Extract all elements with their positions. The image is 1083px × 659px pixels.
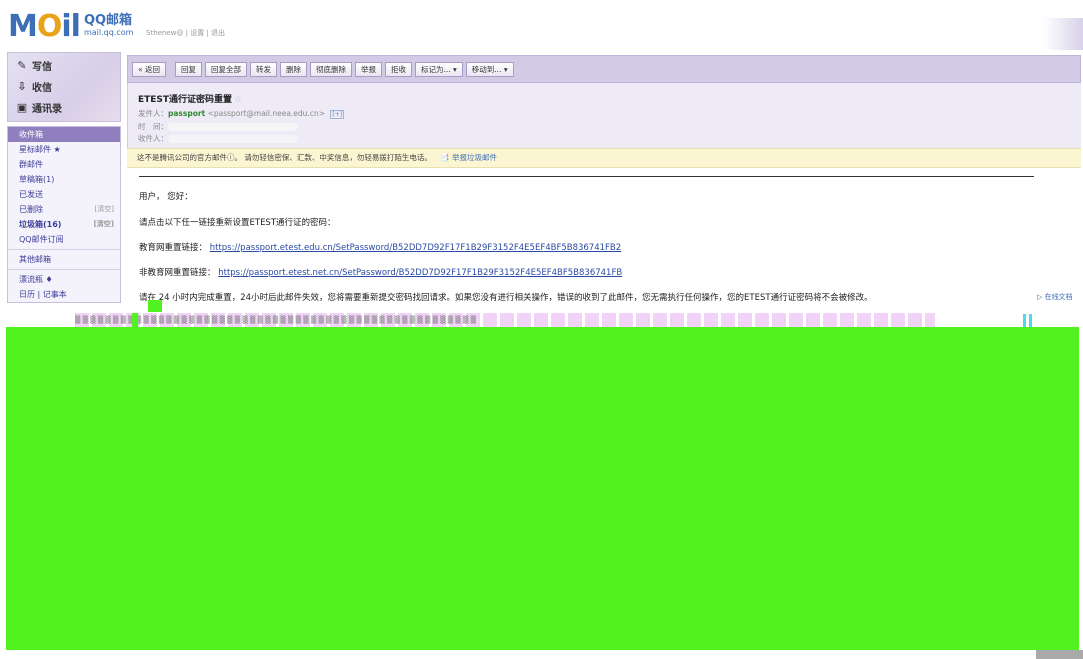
net-reset-link[interactable]: https://passport.etest.net.cn/SetPasswor…: [218, 268, 622, 278]
folder-label: 日历 | 记事本: [19, 290, 67, 299]
glitch-artifact: [1029, 314, 1032, 327]
mail-toolbar: « 返回 回复 回复全部 转发 删除 彻底删除 举报 拒收 标记为... ▾ 移…: [127, 55, 1081, 83]
net-link-row: 非教育网重置链接： https://passport.etest.net.cn/…: [139, 266, 622, 278]
folder-group[interactable]: 群邮件: [8, 157, 120, 172]
folder-label: 草稿箱(1): [19, 175, 55, 184]
left-sidebar: ✎ 写信 ⇩ 收信 ▣ 通讯录 收件箱 星标邮件 ★ 群邮件 草稿箱(1) 已发…: [7, 52, 121, 312]
glitch-artifact: [1023, 314, 1026, 327]
divider: [8, 269, 120, 270]
reject-button[interactable]: 拒收: [384, 61, 412, 77]
green-fill-region: [6, 327, 1079, 650]
folder-label: 已删除: [19, 205, 43, 214]
folder-label: 漂流瓶 ♦: [19, 275, 53, 284]
delete-permanently-button[interactable]: 彻底删除: [309, 61, 352, 77]
sender-row: 发件人：passport <passport@mail.neea.edu.cn>…: [138, 108, 345, 119]
phishing-warning: 这不是腾讯公司的官方邮件ⓘ。 请勿轻信密保、汇款、中奖信息，勿轻易拨打陌生电话。…: [127, 148, 1081, 168]
folder-label: QQ邮件订阅: [19, 235, 64, 244]
receive-mail-label: 收信: [32, 83, 52, 94]
folder-label: 群邮件: [19, 160, 43, 169]
move-to-dropdown[interactable]: 移动到... ▾: [465, 61, 514, 77]
glitch-band: ▒ ▒ ▒ ▒ ▒ ▒ ▒ ▒ ▒ ▒ ▒ ▒ ▒ ▒ ▒ ▒ ▒ ▒ ▒ ▒ …: [75, 313, 935, 328]
folder-label: 垃圾箱(16): [19, 220, 62, 229]
glitch-artifact: [132, 313, 138, 327]
sender-address: <passport@mail.neea.edu.cn>: [207, 109, 325, 118]
divider: [139, 176, 1034, 177]
online-doc-link[interactable]: ▷ 在线文档: [1037, 292, 1073, 302]
logo-cn-text: QQ邮箱: [83, 13, 133, 28]
folder-subscriptions[interactable]: QQ邮件订阅: [8, 232, 120, 247]
contacts-button[interactable]: ▣ 通讯录: [16, 100, 62, 115]
logo-mail-text: MOil: [8, 9, 81, 44]
quick-actions: ✎ 写信 ⇩ 收信 ▣ 通讯录: [7, 52, 121, 122]
edu-link-row: 教育网重置链接： https://passport.etest.edu.cn/S…: [139, 241, 621, 253]
report-spam-link[interactable]: 📑 举报垃圾邮件: [440, 153, 497, 162]
write-mail-label: 写信: [32, 62, 52, 73]
divider: [8, 249, 120, 250]
delete-button[interactable]: 删除: [279, 61, 307, 77]
edu-reset-link[interactable]: https://passport.etest.edu.cn/SetPasswor…: [210, 243, 621, 253]
time-label: 时 间：: [138, 122, 168, 131]
instruction: 请点击以下任一链接重新设置ETEST通行证的密码：: [139, 218, 336, 228]
to-label: 收件人：: [138, 134, 168, 143]
clear-spam-link[interactable]: [清空]: [94, 217, 114, 232]
folder-calendar-notes[interactable]: 日历 | 记事本: [8, 287, 120, 302]
inbox-icon: ⇩: [17, 80, 27, 93]
pencil-icon: ✎: [17, 59, 27, 72]
folder-label: 星标邮件 ★: [19, 145, 61, 154]
folder-other-mailboxes[interactable]: 其他邮箱: [8, 252, 120, 267]
sender-name[interactable]: passport: [168, 109, 205, 118]
mark-as-dropdown[interactable]: 标记为... ▾: [414, 61, 463, 77]
header-user-links[interactable]: Sthenew@ | 设置 | 退出: [146, 28, 225, 38]
recipient-row: 收件人：: [138, 133, 298, 144]
mail-subject: ETEST通行证密码重置 ☆: [138, 92, 242, 105]
report-button[interactable]: 举报: [354, 61, 382, 77]
folder-inbox[interactable]: 收件箱: [8, 127, 120, 142]
reply-all-button[interactable]: 回复全部: [204, 61, 247, 77]
recipient-value-redacted: [168, 135, 298, 143]
edu-link-label: 教育网重置链接：: [139, 243, 208, 253]
corner-artifact: [1036, 650, 1083, 659]
folder-label: 已发送: [19, 190, 43, 199]
from-label: 发件人：: [138, 109, 168, 118]
mail-header: ETEST通行证密码重置 ☆ 发件人：passport <passport@mai…: [127, 83, 1081, 148]
contacts-icon: ▣: [16, 101, 28, 114]
folder-deleted[interactable]: 已删除 [清空]: [8, 202, 120, 217]
folder-sent[interactable]: 已发送: [8, 187, 120, 202]
folder-label: 其他邮箱: [19, 255, 51, 264]
contacts-label: 通讯录: [32, 104, 62, 115]
folder-drafts[interactable]: 草稿箱(1): [8, 172, 120, 187]
folder-starred[interactable]: 星标邮件 ★: [8, 142, 120, 157]
folder-label: 收件箱: [19, 130, 43, 139]
logo-side: QQ邮箱 mail.qq.com: [83, 13, 134, 39]
forward-button[interactable]: 转发: [249, 61, 277, 77]
expiry-notice: 请在 24 小时内完成重置，24小时后此邮件失效，您将需要重新提交密码找回请求。…: [139, 293, 873, 303]
back-button[interactable]: « 返回: [132, 61, 166, 77]
net-link-label: 非教育网重置链接：: [139, 268, 216, 278]
qqmail-logo[interactable]: MOil QQ邮箱 mail.qq.com: [8, 10, 133, 44]
star-icon[interactable]: ☆: [234, 95, 242, 105]
mail-view: « 返回 回复 回复全部 转发 删除 彻底删除 举报 拒收 标记为... ▾ 移…: [127, 55, 1081, 315]
header-decoration: [1043, 18, 1083, 50]
folder-spam[interactable]: 垃圾箱(16) [清空]: [8, 217, 120, 232]
glitch-artifact: [148, 300, 162, 312]
time-row: 时 间：: [138, 121, 298, 132]
subject-text: ETEST通行证密码重置: [138, 95, 233, 105]
mail-body: 用户， 您好： 请点击以下任一链接重新设置ETEST通行证的密码： 教育网重置链…: [127, 168, 1081, 308]
reply-button[interactable]: 回复: [174, 61, 202, 77]
time-value-redacted: [168, 123, 298, 131]
top-header: MOil QQ邮箱 mail.qq.com Sthenew@ | 设置 | 退出: [0, 0, 1083, 50]
clear-deleted-link[interactable]: [清空]: [95, 202, 114, 217]
folder-drift-bottle[interactable]: 漂流瓶 ♦: [8, 272, 120, 287]
logo-domain-text: mail.qq.com: [83, 28, 134, 37]
folder-list: 收件箱 星标邮件 ★ 群邮件 草稿箱(1) 已发送 已删除 [清空] 垃圾箱(16…: [7, 126, 121, 303]
greeting: 用户， 您好：: [139, 192, 193, 202]
receive-mail-button[interactable]: ⇩ 收信: [16, 79, 52, 94]
add-contact-icon[interactable]: [+]: [330, 110, 345, 119]
warning-text: 这不是腾讯公司的官方邮件ⓘ。 请勿轻信密保、汇款、中奖信息，勿轻易拨打陌生电话。: [137, 153, 432, 162]
write-mail-button[interactable]: ✎ 写信: [16, 58, 52, 73]
